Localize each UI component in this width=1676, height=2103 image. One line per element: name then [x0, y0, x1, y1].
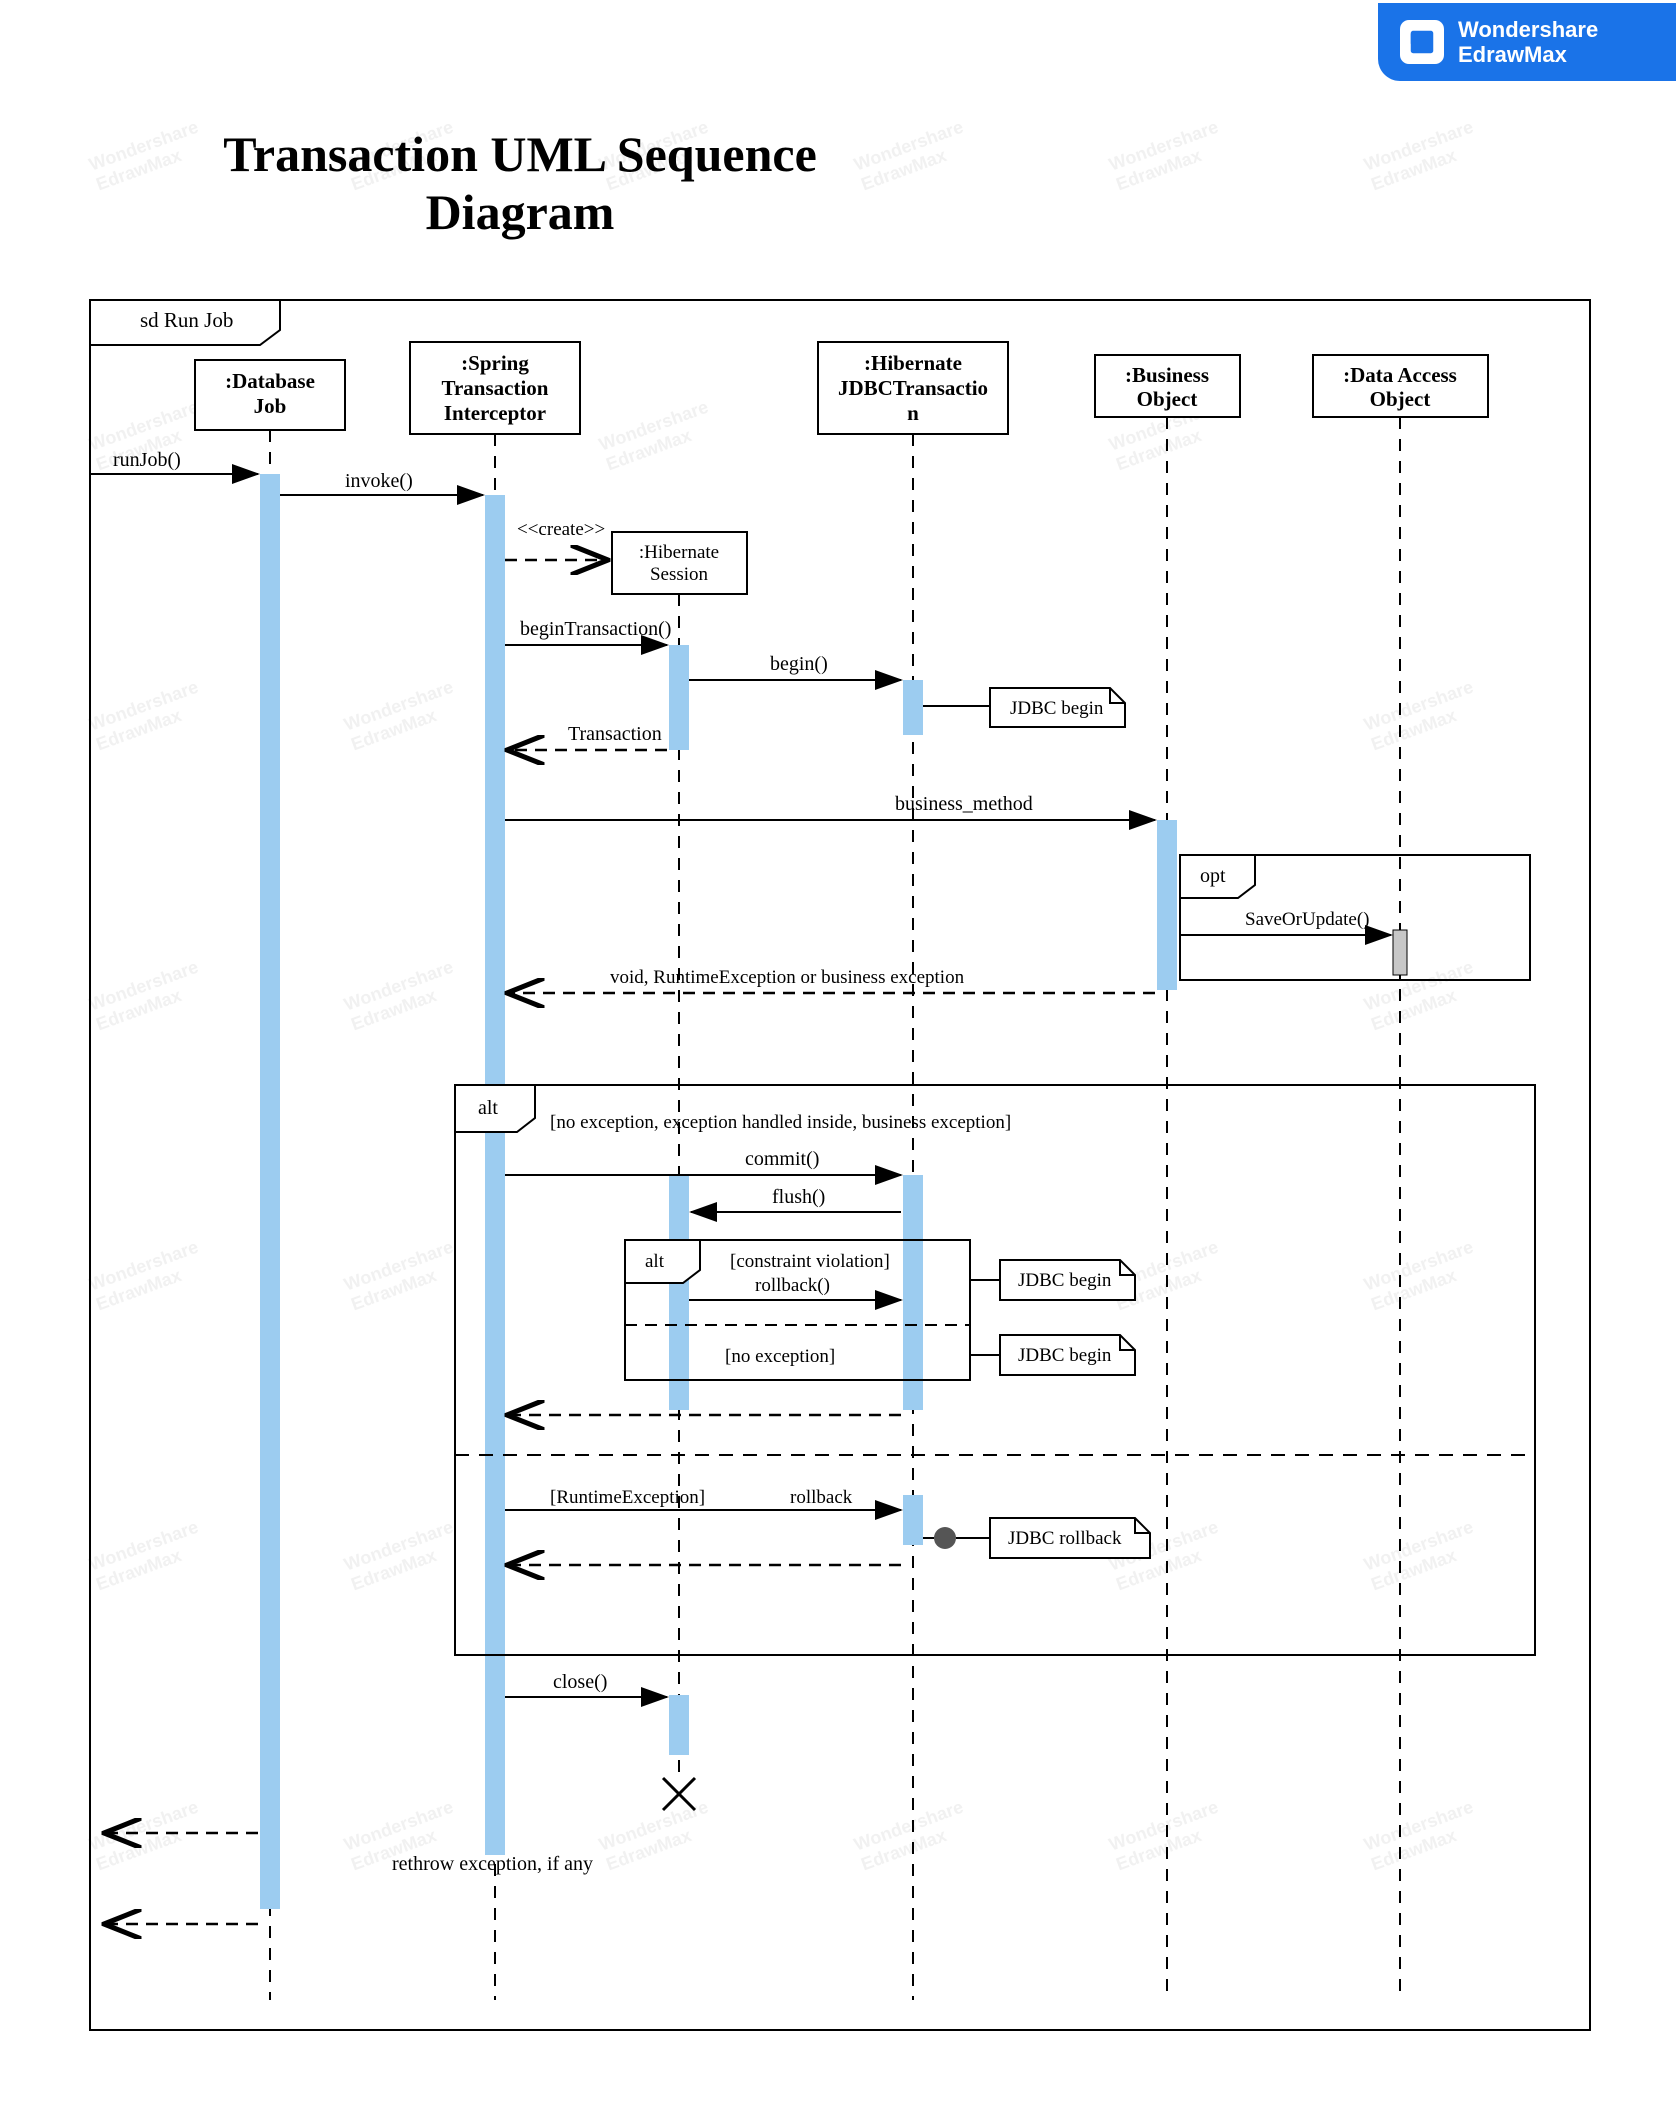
fragment-inner-guard1: [constraint violation] [730, 1251, 890, 1272]
fragment-alt-guard2: [RuntimeException] [550, 1487, 705, 1508]
outer-frame [90, 300, 1590, 2030]
fragment-alt-guard1: [no exception, exception handled inside,… [550, 1112, 1011, 1133]
activation-jdbc-2 [903, 1175, 923, 1410]
msg-flush-label: flush() [772, 1186, 825, 1208]
note-jdbc-begin-2-label: JDBC begin [1018, 1270, 1112, 1291]
activation-jdbc-1 [903, 680, 923, 735]
msg-rethrow-label: rethrow exception, if any [392, 1853, 593, 1875]
svg-text::Spring: :Spring [461, 351, 529, 375]
msg-rollback2-label: rollback [790, 1487, 853, 1508]
fragment-inner-alt-label: alt [645, 1251, 665, 1272]
fragment-opt-label: opt [1200, 865, 1226, 887]
svg-text::Data Access: :Data Access [1343, 363, 1457, 387]
svg-text:JDBCTransactio: JDBCTransactio [838, 376, 988, 400]
lifeline-database-job-label1: :Database [225, 369, 315, 393]
msg-begintx-label: beginTransaction() [520, 618, 671, 640]
note-jdbc-begin-1-label: JDBC begin [1010, 698, 1104, 719]
msg-rollback-label: rollback() [755, 1275, 830, 1296]
frame-label: sd Run Job [140, 308, 233, 332]
svg-text:Interceptor: Interceptor [444, 401, 546, 425]
svg-text::Business: :Business [1125, 363, 1209, 387]
msg-runjob-label: runJob() [113, 449, 181, 471]
activation-spring-ti [485, 495, 505, 1855]
msg-invoke-label: invoke() [345, 470, 413, 492]
svg-text:Transaction: Transaction [442, 376, 549, 400]
svg-text::Hibernate: :Hibernate [639, 542, 719, 563]
activation-dao [1393, 930, 1407, 975]
msg-business-method-label: business_method [895, 793, 1033, 815]
activation-session-3 [669, 1695, 689, 1755]
activation-session-1 [669, 645, 689, 750]
activation-jdbc-3 [903, 1495, 923, 1545]
msg-create-label: <<create>> [517, 519, 605, 540]
svg-text:Session: Session [650, 564, 709, 585]
lost-message-endpoint [934, 1527, 956, 1549]
note-jdbc-rollback-label: JDBC rollback [1008, 1528, 1122, 1549]
svg-text:Object: Object [1370, 387, 1431, 411]
fragment-alt [455, 1085, 1535, 1655]
msg-begin-label: begin() [770, 653, 828, 675]
msg-close-label: close() [553, 1671, 607, 1693]
svg-text::Hibernate: :Hibernate [864, 351, 962, 375]
svg-text:Object: Object [1137, 387, 1198, 411]
sequence-diagram: sd Run Job :Database Job :Spring Transac… [0, 0, 1676, 2103]
msg-saveorupdate-label: SaveOrUpdate() [1245, 909, 1370, 930]
fragment-inner-guard2: [no exception] [725, 1346, 835, 1367]
activation-database-job [260, 474, 280, 1909]
msg-void-return-label: void, RuntimeException or business excep… [610, 967, 965, 988]
activation-session-2 [669, 1175, 689, 1410]
lifeline-database-job-label2: Job [254, 394, 287, 418]
fragment-alt-label: alt [478, 1097, 498, 1119]
msg-commit-label: commit() [745, 1148, 819, 1170]
svg-text:n: n [907, 401, 919, 425]
msg-transaction-return-label: Transaction [568, 723, 662, 745]
note-jdbc-begin-3-label: JDBC begin [1018, 1345, 1112, 1366]
activation-business [1157, 820, 1177, 990]
